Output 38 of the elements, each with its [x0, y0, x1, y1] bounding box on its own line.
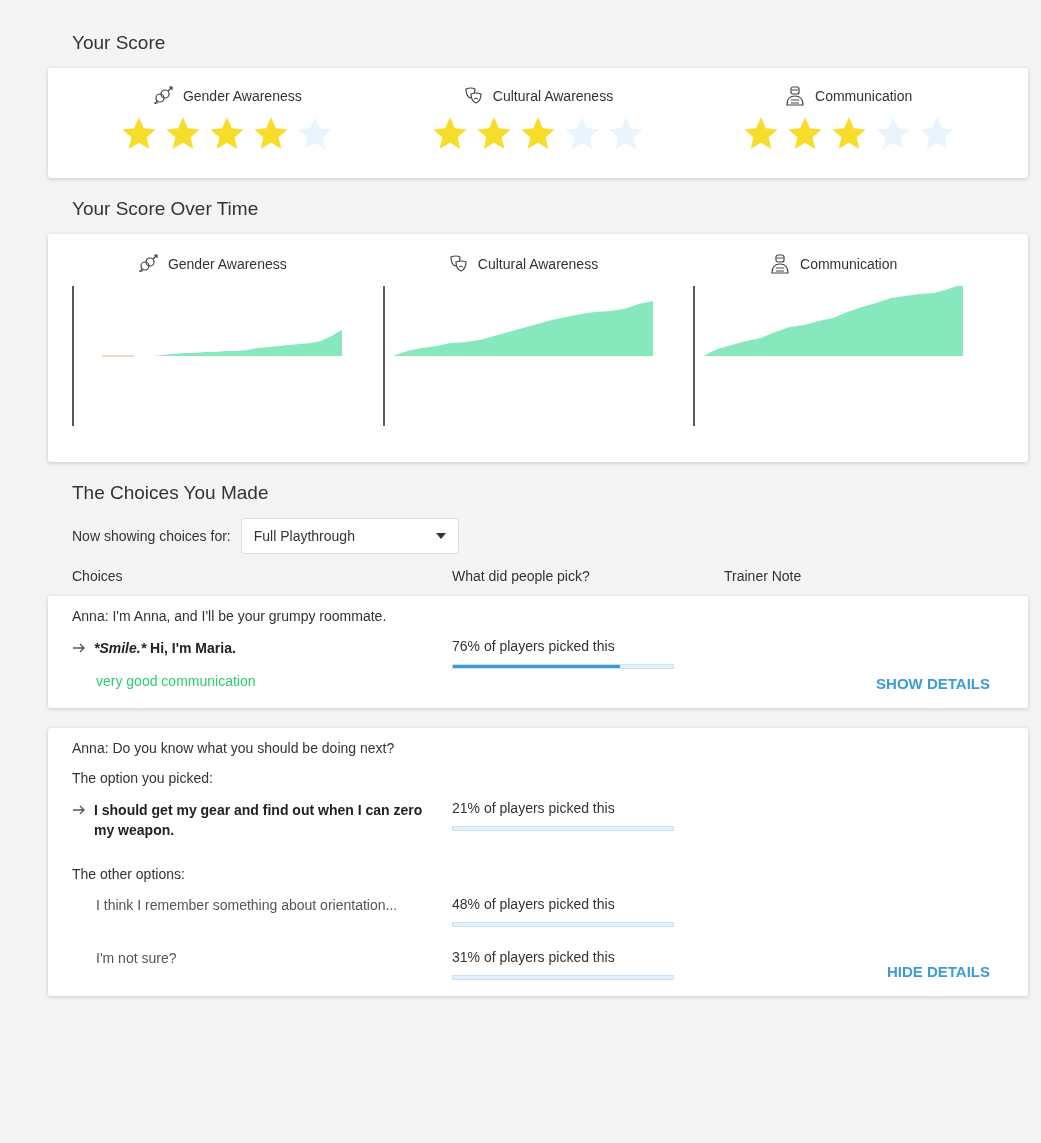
skill-label: Communication [815, 88, 913, 104]
chart-label: Gender Awareness [167, 256, 287, 272]
picked-option: I should get my gear and find out when I can zero my weapon. [94, 800, 442, 840]
feedback-text: very good communication [95, 673, 257, 689]
prompt-text: Anna: Do you know what you should be doing next? [72, 740, 396, 756]
chart-label: Cultural Awareness [477, 256, 599, 272]
picked-option: *Smile.* Hi, I'm Maria. [94, 638, 236, 658]
chart-label: Communication [800, 256, 898, 272]
pick-percentage: 76% of players picked this [452, 638, 616, 654]
pick-percentage: 21% of players picked this [452, 800, 616, 816]
playthrough-dropdown[interactable]: Full Playthrough [240, 518, 459, 554]
masks-icon [447, 254, 468, 274]
column-header: Choices [72, 568, 124, 584]
prompt-text: Anna: I'm Anna, and I'll be your grumpy roommate. [72, 608, 388, 624]
column-header: What did people pick? [452, 568, 591, 584]
skill-label: Gender Awareness [182, 88, 302, 104]
gender-icon [137, 254, 158, 274]
arrow-icon [72, 643, 86, 653]
gender-icon [152, 86, 173, 106]
others-label: The other options: [72, 866, 186, 882]
section-title: Your Score [72, 32, 167, 54]
arrow-icon [72, 805, 86, 815]
person-icon [785, 86, 805, 106]
pick-percentage: 31% of players picked this [452, 949, 616, 965]
skill-label: Cultural Awareness [492, 88, 614, 104]
section-title: Your Score Over Time [72, 198, 260, 220]
details-toggle[interactable]: SHOW DETAILS [876, 675, 990, 692]
masks-icon [462, 86, 483, 106]
picked-label: The option you picked: [72, 770, 214, 786]
details-toggle[interactable]: HIDE DETAILS [886, 963, 990, 980]
column-header: Trainer Note [724, 568, 803, 584]
caret-icon [435, 533, 446, 539]
section-title: The Choices You Made [72, 482, 270, 504]
pick-percentage: 48% of players picked this [452, 896, 616, 912]
person-icon [770, 254, 790, 274]
other-option: I'm not sure? [72, 949, 452, 967]
filter-label: Now showing choices for: [72, 528, 231, 544]
other-option: I think I remember something about orientation... [72, 896, 452, 914]
